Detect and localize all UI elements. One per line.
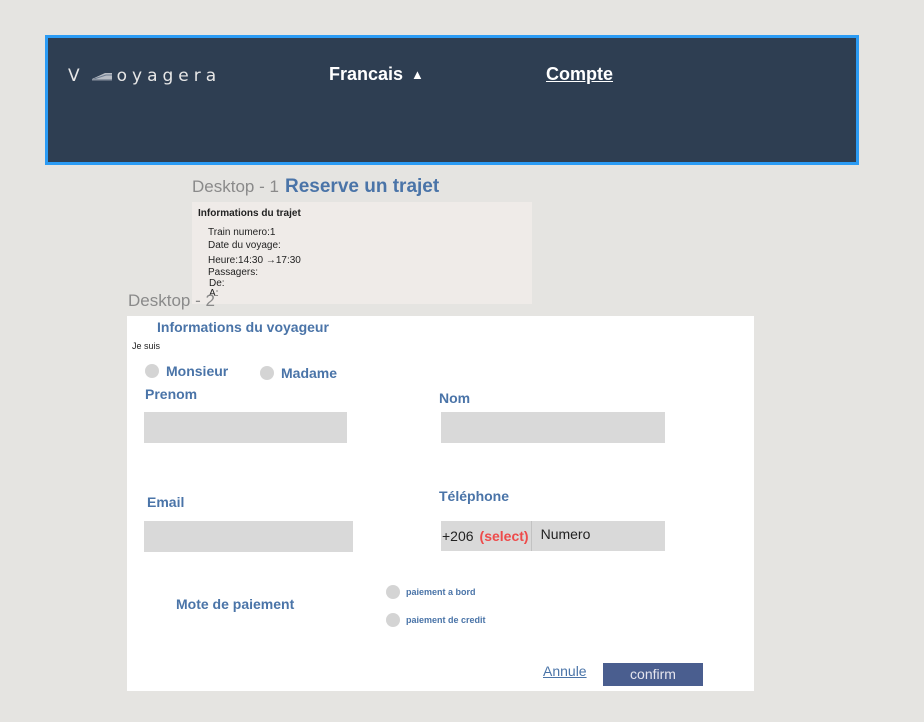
trip-passengers: Passagers:	[208, 267, 259, 278]
radio-label: paiement a bord	[406, 587, 476, 597]
cancel-link[interactable]: Annule	[543, 663, 587, 679]
phone-label: Téléphone	[439, 488, 510, 504]
language-label: Francais	[329, 64, 404, 84]
phone-divider	[530, 521, 532, 551]
civility-label: Je suis	[132, 341, 161, 351]
logo[interactable]: V oyagera	[68, 66, 221, 86]
traveler-form: Informations du voyageur Je suis Monsieu…	[127, 316, 754, 691]
trip-info-heading: Informations du trajet	[198, 208, 301, 219]
radio-monsieur[interactable]: Monsieur	[145, 363, 228, 379]
language-selector[interactable]: Francais ▲	[329, 64, 424, 85]
frame-label-desktop-2: Desktop - 2	[128, 291, 215, 310]
trip-info-card: Informations du trajet Train numero:1 Da…	[192, 202, 532, 304]
email-label: Email	[147, 494, 185, 510]
email-input[interactable]	[144, 521, 353, 552]
page-title: Reserve un trajet	[285, 176, 440, 197]
trip-travel-date: Date du voyage:	[208, 240, 281, 251]
account-link[interactable]: Compte	[546, 64, 613, 85]
phone-country-code: +206	[442, 528, 474, 544]
phone-field: +206 (select) Numero	[441, 521, 665, 551]
first-name-label: Prenom	[145, 386, 198, 402]
radio-label: paiement de credit	[406, 615, 486, 625]
radio-circle-icon	[145, 364, 159, 378]
radio-pay-credit[interactable]: paiement de credit	[386, 613, 486, 627]
trip-train-number: Train numero:1	[208, 227, 276, 238]
radio-label: Madame	[281, 365, 338, 381]
confirm-button[interactable]: confirm	[603, 663, 703, 686]
last-name-label: Nom	[439, 390, 471, 406]
radio-madame[interactable]: Madame	[260, 365, 337, 381]
radio-pay-onboard[interactable]: paiement a bord	[386, 585, 476, 599]
logo-text: oyagera	[116, 66, 222, 86]
frame-label-desktop-1: Desktop - 1	[192, 177, 279, 196]
radio-circle-icon	[260, 366, 274, 380]
radio-circle-icon	[386, 613, 400, 627]
logo-letter: V	[68, 66, 85, 86]
first-name-input[interactable]	[144, 412, 347, 443]
radio-label: Monsieur	[166, 363, 229, 379]
form-title: Informations du voyageur	[157, 319, 329, 335]
payment-mode-label: Mote de paiement	[176, 596, 295, 612]
trip-time: Heure:14:30 →17:30	[208, 255, 301, 266]
caret-up-icon: ▲	[411, 67, 424, 82]
radio-circle-icon	[386, 585, 400, 599]
phone-number-input[interactable]: Numero	[541, 526, 591, 542]
country-code-select[interactable]: (select)	[480, 528, 529, 544]
train-icon	[91, 73, 112, 81]
app-header: V oyagera Francais ▲ Compte	[45, 35, 859, 165]
last-name-input[interactable]	[441, 412, 665, 443]
